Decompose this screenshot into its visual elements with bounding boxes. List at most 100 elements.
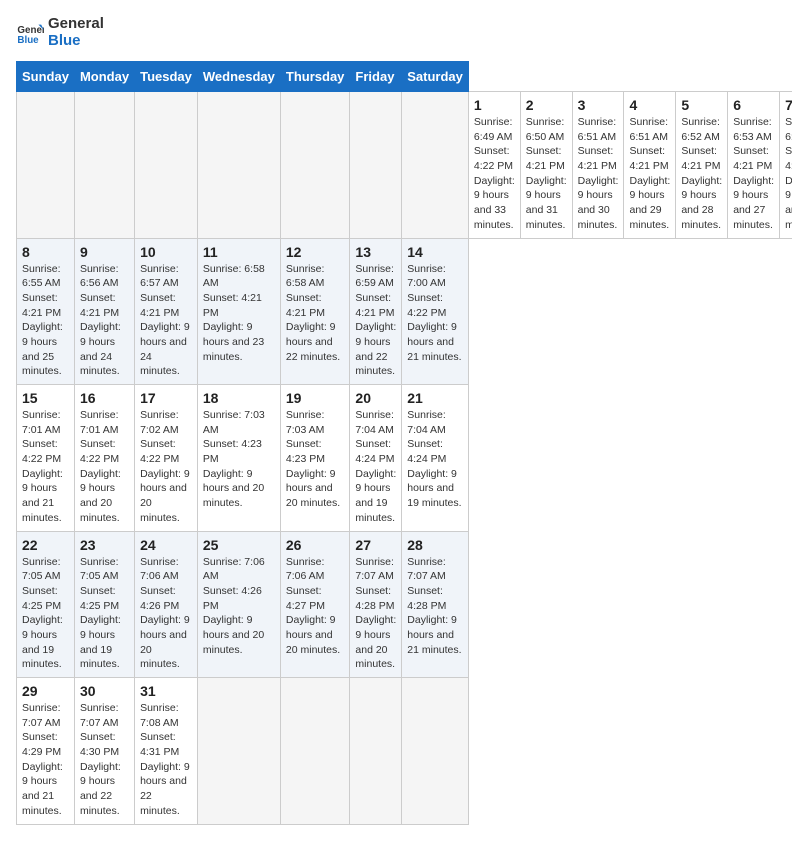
calendar-week-row: 8 Sunrise: 6:55 AMSunset: 4:21 PMDayligh…: [17, 238, 792, 385]
day-number: 24: [140, 537, 192, 553]
day-number: 21: [407, 390, 463, 406]
calendar-cell: [402, 92, 469, 239]
calendar-cell: 21 Sunrise: 7:04 AMSunset: 4:24 PMDaylig…: [402, 385, 469, 532]
day-number: 2: [526, 97, 567, 113]
day-info: Sunrise: 7:02 AMSunset: 4:22 PMDaylight:…: [140, 409, 190, 524]
svg-text:Blue: Blue: [17, 34, 39, 45]
day-info: Sunrise: 7:07 AMSunset: 4:28 PMDaylight:…: [407, 556, 461, 656]
day-number: 12: [286, 244, 345, 260]
day-number: 4: [629, 97, 670, 113]
day-number: 29: [22, 683, 69, 699]
calendar-cell: [74, 92, 134, 239]
day-info: Sunrise: 6:54 AMSunset: 4:21 PMDaylight:…: [785, 116, 792, 231]
calendar-cell: 18 Sunrise: 7:03 AMSunset: 4:23 PMDaylig…: [197, 385, 280, 532]
day-info: Sunrise: 6:52 AMSunset: 4:21 PMDaylight:…: [681, 116, 722, 231]
day-number: 8: [22, 244, 69, 260]
day-info: Sunrise: 7:08 AMSunset: 4:31 PMDaylight:…: [140, 702, 190, 817]
logo-general: General: [48, 16, 104, 33]
day-info: Sunrise: 6:51 AMSunset: 4:21 PMDaylight:…: [578, 116, 619, 231]
day-info: Sunrise: 7:05 AMSunset: 4:25 PMDaylight:…: [22, 556, 63, 671]
day-number: 25: [203, 537, 275, 553]
day-info: Sunrise: 6:58 AMSunset: 4:21 PMDaylight:…: [286, 263, 340, 363]
calendar-cell: 5 Sunrise: 6:52 AMSunset: 4:21 PMDayligh…: [676, 92, 728, 239]
day-number: 9: [80, 244, 129, 260]
calendar-week-row: 22 Sunrise: 7:05 AMSunset: 4:25 PMDaylig…: [17, 531, 792, 678]
page-header: General Blue General Blue: [16, 16, 776, 49]
day-info: Sunrise: 7:07 AMSunset: 4:29 PMDaylight:…: [22, 702, 63, 817]
calendar-cell: 25 Sunrise: 7:06 AMSunset: 4:26 PMDaylig…: [197, 531, 280, 678]
logo-icon: General Blue: [16, 19, 44, 47]
day-info: Sunrise: 7:05 AMSunset: 4:25 PMDaylight:…: [80, 556, 121, 671]
day-number: 20: [355, 390, 396, 406]
day-number: 22: [22, 537, 69, 553]
weekday-header-sunday: Sunday: [17, 62, 75, 92]
calendar-cell: 6 Sunrise: 6:53 AMSunset: 4:21 PMDayligh…: [728, 92, 780, 239]
calendar-cell: 11 Sunrise: 6:58 AMSunset: 4:21 PMDaylig…: [197, 238, 280, 385]
day-number: 7: [785, 97, 792, 113]
calendar-cell: 9 Sunrise: 6:56 AMSunset: 4:21 PMDayligh…: [74, 238, 134, 385]
calendar-week-row: 29 Sunrise: 7:07 AMSunset: 4:29 PMDaylig…: [17, 678, 792, 825]
day-number: 10: [140, 244, 192, 260]
calendar-cell: [350, 678, 402, 825]
calendar-cell: 19 Sunrise: 7:03 AMSunset: 4:23 PMDaylig…: [280, 385, 350, 532]
calendar-cell: 23 Sunrise: 7:05 AMSunset: 4:25 PMDaylig…: [74, 531, 134, 678]
calendar-cell: 12 Sunrise: 6:58 AMSunset: 4:21 PMDaylig…: [280, 238, 350, 385]
day-info: Sunrise: 7:03 AMSunset: 4:23 PMDaylight:…: [286, 409, 340, 509]
day-info: Sunrise: 6:53 AMSunset: 4:21 PMDaylight:…: [733, 116, 774, 231]
day-number: 28: [407, 537, 463, 553]
day-number: 26: [286, 537, 345, 553]
calendar-cell: [197, 678, 280, 825]
day-info: Sunrise: 7:06 AMSunset: 4:27 PMDaylight:…: [286, 556, 340, 656]
calendar-cell: [17, 92, 75, 239]
day-number: 13: [355, 244, 396, 260]
weekday-header-friday: Friday: [350, 62, 402, 92]
calendar-week-row: 15 Sunrise: 7:01 AMSunset: 4:22 PMDaylig…: [17, 385, 792, 532]
calendar-cell: [280, 92, 350, 239]
calendar-cell: 13 Sunrise: 6:59 AMSunset: 4:21 PMDaylig…: [350, 238, 402, 385]
day-info: Sunrise: 6:50 AMSunset: 4:21 PMDaylight:…: [526, 116, 567, 231]
day-info: Sunrise: 6:58 AMSunset: 4:21 PMDaylight:…: [203, 263, 265, 363]
day-number: 27: [355, 537, 396, 553]
calendar-cell: 7 Sunrise: 6:54 AMSunset: 4:21 PMDayligh…: [780, 92, 792, 239]
calendar-cell: 4 Sunrise: 6:51 AMSunset: 4:21 PMDayligh…: [624, 92, 676, 239]
day-number: 17: [140, 390, 192, 406]
day-info: Sunrise: 6:57 AMSunset: 4:21 PMDaylight:…: [140, 263, 190, 378]
day-number: 16: [80, 390, 129, 406]
calendar-cell: 14 Sunrise: 7:00 AMSunset: 4:22 PMDaylig…: [402, 238, 469, 385]
day-info: Sunrise: 7:01 AMSunset: 4:22 PMDaylight:…: [80, 409, 121, 524]
calendar-cell: 15 Sunrise: 7:01 AMSunset: 4:22 PMDaylig…: [17, 385, 75, 532]
calendar-cell: 8 Sunrise: 6:55 AMSunset: 4:21 PMDayligh…: [17, 238, 75, 385]
calendar-cell: 20 Sunrise: 7:04 AMSunset: 4:24 PMDaylig…: [350, 385, 402, 532]
calendar-cell: 27 Sunrise: 7:07 AMSunset: 4:28 PMDaylig…: [350, 531, 402, 678]
day-number: 11: [203, 244, 275, 260]
day-info: Sunrise: 7:00 AMSunset: 4:22 PMDaylight:…: [407, 263, 461, 363]
calendar-cell: 26 Sunrise: 7:06 AMSunset: 4:27 PMDaylig…: [280, 531, 350, 678]
weekday-header-wednesday: Wednesday: [197, 62, 280, 92]
logo: General Blue General Blue: [16, 16, 104, 49]
day-number: 6: [733, 97, 774, 113]
calendar-cell: 28 Sunrise: 7:07 AMSunset: 4:28 PMDaylig…: [402, 531, 469, 678]
day-info: Sunrise: 7:07 AMSunset: 4:30 PMDaylight:…: [80, 702, 121, 817]
day-info: Sunrise: 6:49 AMSunset: 4:22 PMDaylight:…: [474, 116, 515, 231]
logo-blue: Blue: [48, 33, 104, 50]
calendar-cell: 31 Sunrise: 7:08 AMSunset: 4:31 PMDaylig…: [135, 678, 198, 825]
day-info: Sunrise: 7:01 AMSunset: 4:22 PMDaylight:…: [22, 409, 63, 524]
day-info: Sunrise: 6:55 AMSunset: 4:21 PMDaylight:…: [22, 263, 63, 378]
calendar-cell: [402, 678, 469, 825]
day-info: Sunrise: 6:56 AMSunset: 4:21 PMDaylight:…: [80, 263, 121, 378]
day-info: Sunrise: 7:07 AMSunset: 4:28 PMDaylight:…: [355, 556, 396, 671]
weekday-header-tuesday: Tuesday: [135, 62, 198, 92]
day-number: 31: [140, 683, 192, 699]
day-number: 1: [474, 97, 515, 113]
day-number: 5: [681, 97, 722, 113]
day-number: 15: [22, 390, 69, 406]
calendar-table: SundayMondayTuesdayWednesdayThursdayFrid…: [16, 61, 792, 825]
day-info: Sunrise: 6:51 AMSunset: 4:21 PMDaylight:…: [629, 116, 670, 231]
day-number: 30: [80, 683, 129, 699]
calendar-cell: [280, 678, 350, 825]
calendar-cell: 29 Sunrise: 7:07 AMSunset: 4:29 PMDaylig…: [17, 678, 75, 825]
calendar-cell: 1 Sunrise: 6:49 AMSunset: 4:22 PMDayligh…: [468, 92, 520, 239]
calendar-cell: [197, 92, 280, 239]
day-info: Sunrise: 7:06 AMSunset: 4:26 PMDaylight:…: [140, 556, 190, 671]
calendar-cell: 30 Sunrise: 7:07 AMSunset: 4:30 PMDaylig…: [74, 678, 134, 825]
